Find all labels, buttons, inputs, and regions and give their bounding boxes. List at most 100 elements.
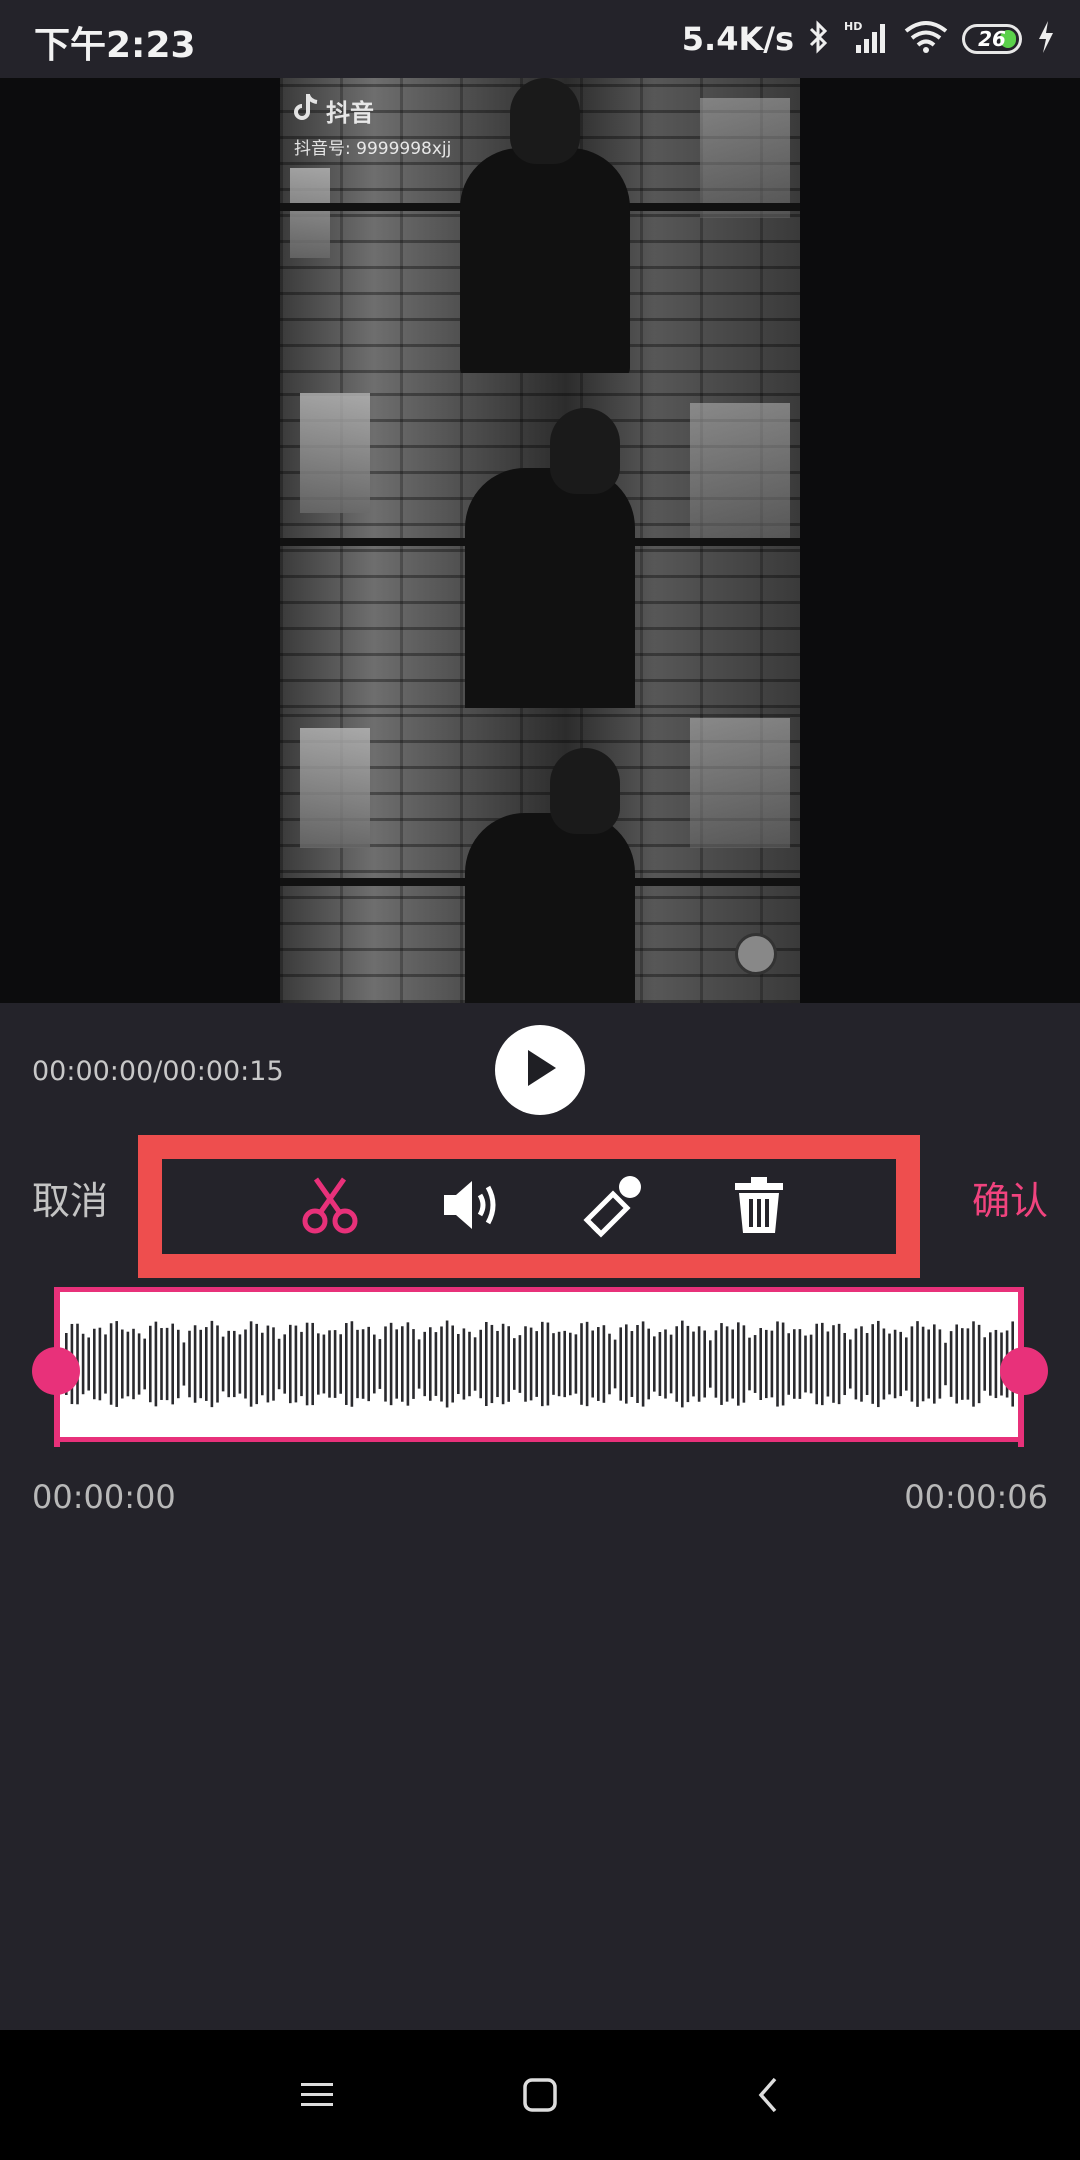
waveform-bar — [216, 1325, 219, 1403]
waveform-bar — [580, 1323, 583, 1405]
waveform-bar — [171, 1323, 174, 1405]
waveform-bar — [765, 1329, 768, 1399]
waveform-bar — [98, 1327, 102, 1401]
watermark-id: 抖音号: 9999998xjj — [294, 139, 452, 159]
waveform-bar — [249, 1321, 253, 1407]
playback-time: 00:00:00/00:00:15 — [32, 1056, 284, 1087]
waveform-bar — [899, 1331, 902, 1397]
waveform-bar — [653, 1336, 656, 1392]
waveform-bar — [143, 1338, 146, 1390]
waveform-bar — [927, 1329, 930, 1399]
waveform-bar — [373, 1334, 376, 1394]
waveform-bar — [451, 1325, 454, 1403]
waveform-bar — [210, 1320, 214, 1408]
waveform-bar — [104, 1334, 107, 1394]
waveform-bar — [949, 1331, 953, 1397]
waveform-bar — [720, 1323, 723, 1405]
waveform-bar — [793, 1329, 796, 1399]
waveform-bar — [608, 1333, 611, 1395]
waveform-bar — [860, 1326, 863, 1402]
video-frame[interactable]: 抖音 抖音号: 9999998xjj — [280, 78, 800, 1003]
waveform-bar — [703, 1330, 706, 1398]
waveform-bar — [238, 1334, 242, 1394]
waveform-bar — [328, 1330, 331, 1398]
waveform-bar — [440, 1326, 443, 1402]
waveform-bar — [294, 1325, 298, 1403]
waveform-bar — [994, 1329, 998, 1399]
waveform-bar — [412, 1329, 415, 1399]
svg-text:HD: HD — [844, 20, 862, 33]
waveform-bar — [199, 1329, 202, 1399]
trim-end-handle[interactable] — [1000, 1347, 1048, 1395]
waveform-bar — [591, 1330, 594, 1398]
waveform-bar — [468, 1331, 471, 1397]
waveform-bar — [289, 1324, 292, 1404]
scissors-icon[interactable] — [294, 1169, 366, 1241]
waveform-bar — [557, 1331, 561, 1397]
waveform-bar — [686, 1325, 690, 1403]
waveform-bar — [350, 1321, 354, 1407]
waveform-bar — [585, 1321, 589, 1407]
waveform-bar — [384, 1326, 387, 1402]
waveform-bar — [188, 1330, 191, 1398]
waveform-bar — [261, 1332, 264, 1396]
waveform-bar — [177, 1329, 180, 1399]
waveform-bar — [905, 1337, 908, 1391]
waveform-bar — [333, 1330, 337, 1398]
waveform-bar — [513, 1338, 516, 1390]
waveform-bar — [770, 1330, 774, 1398]
waveform-bar — [272, 1327, 275, 1401]
waveform-bar — [496, 1330, 499, 1398]
waveform-bar — [669, 1334, 673, 1394]
waveform-bar — [843, 1332, 846, 1396]
waveform-bar — [541, 1321, 544, 1407]
trim-end-time: 00:00:06 — [904, 1478, 1048, 1516]
waveform-bar — [972, 1321, 975, 1407]
waveform-bar — [692, 1331, 695, 1397]
waveform-bar — [109, 1323, 113, 1405]
waveform-bar — [882, 1328, 886, 1400]
waveform-bar — [227, 1330, 230, 1398]
waveform-bar — [535, 1331, 538, 1397]
waveform-bar — [647, 1328, 650, 1400]
back-icon[interactable] — [738, 2065, 798, 2125]
magic-wand-icon[interactable] — [580, 1169, 652, 1241]
waveform-bar — [921, 1326, 925, 1402]
confirm-button[interactable]: 确认 — [972, 1170, 1048, 1225]
video-preview-area: 抖音 抖音号: 9999998xjj — [0, 78, 1080, 1003]
status-icons: 5.4K/s HD 26 — [682, 12, 1056, 66]
waveform-bar — [955, 1324, 958, 1404]
waveform-bar — [709, 1340, 712, 1388]
waveform-bar — [798, 1329, 802, 1399]
home-icon[interactable] — [510, 2065, 570, 2125]
waveform-bar — [490, 1324, 494, 1404]
wifi-icon — [904, 19, 948, 59]
waveform-bar — [781, 1322, 785, 1406]
waveform-bar — [317, 1333, 320, 1395]
cancel-button[interactable]: 取消 — [32, 1170, 108, 1225]
audio-waveform[interactable] — [54, 1287, 1024, 1442]
volume-icon[interactable] — [437, 1169, 509, 1241]
waveform-bar — [137, 1333, 141, 1395]
trash-icon[interactable] — [723, 1169, 795, 1241]
video-panel-bottom — [280, 708, 800, 1003]
waveform-bar — [165, 1327, 169, 1401]
waveform-bar — [457, 1333, 460, 1395]
waveform-bar — [675, 1326, 678, 1402]
waveform-bar — [636, 1325, 639, 1403]
waveform-bar — [597, 1327, 600, 1401]
waveform-bar — [305, 1322, 309, 1406]
play-button[interactable] — [495, 1025, 585, 1115]
waveform-bar — [681, 1320, 684, 1408]
waveform-bar — [339, 1334, 342, 1394]
watermark-title: 抖音 — [326, 98, 374, 127]
menu-icon[interactable] — [287, 2065, 347, 2125]
waveform-bar — [910, 1326, 914, 1402]
network-speed: 5.4K/s — [681, 20, 794, 58]
waveform-bar — [160, 1328, 163, 1400]
waveform-bar — [406, 1322, 410, 1406]
waveform-bar — [417, 1339, 421, 1389]
waveform-bar — [865, 1333, 869, 1395]
waveform-bar — [625, 1324, 628, 1404]
trim-start-handle[interactable] — [32, 1347, 80, 1395]
